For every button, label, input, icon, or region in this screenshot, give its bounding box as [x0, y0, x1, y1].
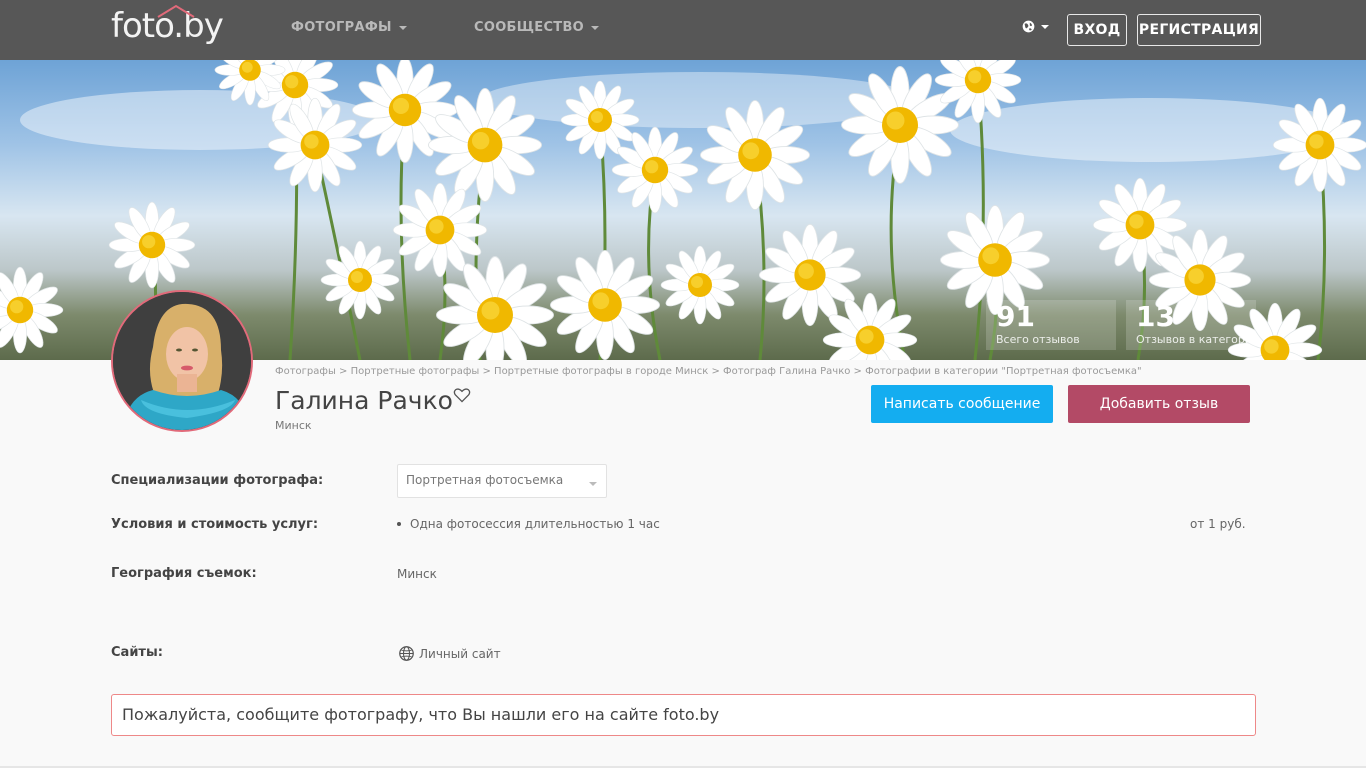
bullet-icon	[397, 522, 401, 526]
breadcrumb-separator: >	[850, 366, 866, 377]
breadcrumb-photographers[interactable]: Фотографы	[275, 366, 336, 377]
caret-down-icon	[589, 482, 597, 486]
stat-total-reviews-label: Всего отзывов	[996, 333, 1080, 346]
geo-label: География съемок:	[111, 566, 257, 581]
breadcrumb-separator: >	[708, 366, 724, 377]
globe-icon	[1022, 20, 1035, 33]
caret-down-icon	[398, 25, 407, 30]
service-item: Одна фотосессия длительностью 1 час	[397, 517, 660, 531]
sites-label: Сайты:	[111, 645, 163, 660]
stat-category-reviews-value: 13	[1136, 300, 1175, 333]
breadcrumb: Фотографы > Портретные фотографы > Портр…	[275, 366, 1142, 377]
logo-roof-icon	[157, 4, 195, 18]
login-button[interactable]: ВХОД	[1067, 14, 1127, 46]
nav-community[interactable]: СООБЩЕСТВО	[474, 20, 600, 35]
breadcrumb-separator: >	[335, 366, 351, 377]
breadcrumb-portrait-photographers[interactable]: Портретные фотографы	[351, 366, 480, 377]
stat-total-reviews-value: 91	[996, 300, 1035, 333]
nav-photographers[interactable]: ФОТОГРАФЫ	[291, 20, 407, 35]
specialization-selected-value: Портретная фотосъемка	[406, 473, 564, 487]
services-label: Условия и стоимость услуг:	[111, 517, 319, 532]
photographer-city: Минск	[275, 419, 312, 432]
personal-site-label: Личный сайт	[419, 646, 501, 661]
breadcrumb-current: Фотографии в категории "Портретная фотос…	[865, 366, 1142, 377]
stat-total-reviews: 91 Всего отзывов	[986, 300, 1116, 350]
specialization-select[interactable]: Портретная фотосъемка	[397, 464, 607, 498]
heart-icon[interactable]	[453, 387, 471, 403]
avatar[interactable]	[111, 290, 253, 432]
caret-down-icon	[591, 25, 600, 30]
breadcrumb-separator: >	[479, 366, 495, 377]
caret-down-icon	[1041, 24, 1049, 29]
personal-site-link[interactable]: Личный сайт	[399, 646, 501, 661]
photographer-name: Галина Рачко	[275, 386, 453, 415]
stat-category-reviews: 13 Отзывов в категории	[1126, 300, 1260, 350]
service-price: от 1 руб.	[1190, 517, 1246, 531]
specialization-label: Специализации фотографа:	[111, 473, 324, 488]
send-message-button[interactable]: Написать сообщение	[871, 385, 1053, 423]
notice-box: Пожалуйста, сообщите фотографу, что Вы н…	[111, 694, 1256, 736]
geo-value: Минск	[397, 567, 437, 581]
nav-photographers-label: ФОТОГРАФЫ	[291, 20, 392, 35]
avatar-photo	[113, 292, 251, 430]
breadcrumb-photographer[interactable]: Фотограф Галина Рачко	[723, 366, 850, 377]
add-review-button[interactable]: Добавить отзыв	[1068, 385, 1250, 423]
nav-community-label: СООБЩЕСТВО	[474, 20, 585, 35]
globe-icon	[399, 646, 414, 661]
language-button[interactable]	[1022, 20, 1049, 33]
breadcrumb-portrait-minsk[interactable]: Портретные фотографы в городе Минск	[494, 366, 708, 377]
service-item-text: Одна фотосессия длительностью 1 час	[410, 517, 660, 531]
stat-category-reviews-label: Отзывов в категории	[1136, 333, 1260, 346]
top-navbar: foto.by ФОТОГРАФЫ СООБЩЕСТВО ВХОД РЕГИСТ…	[0, 0, 1366, 60]
register-button[interactable]: РЕГИСТРАЦИЯ	[1137, 14, 1261, 46]
